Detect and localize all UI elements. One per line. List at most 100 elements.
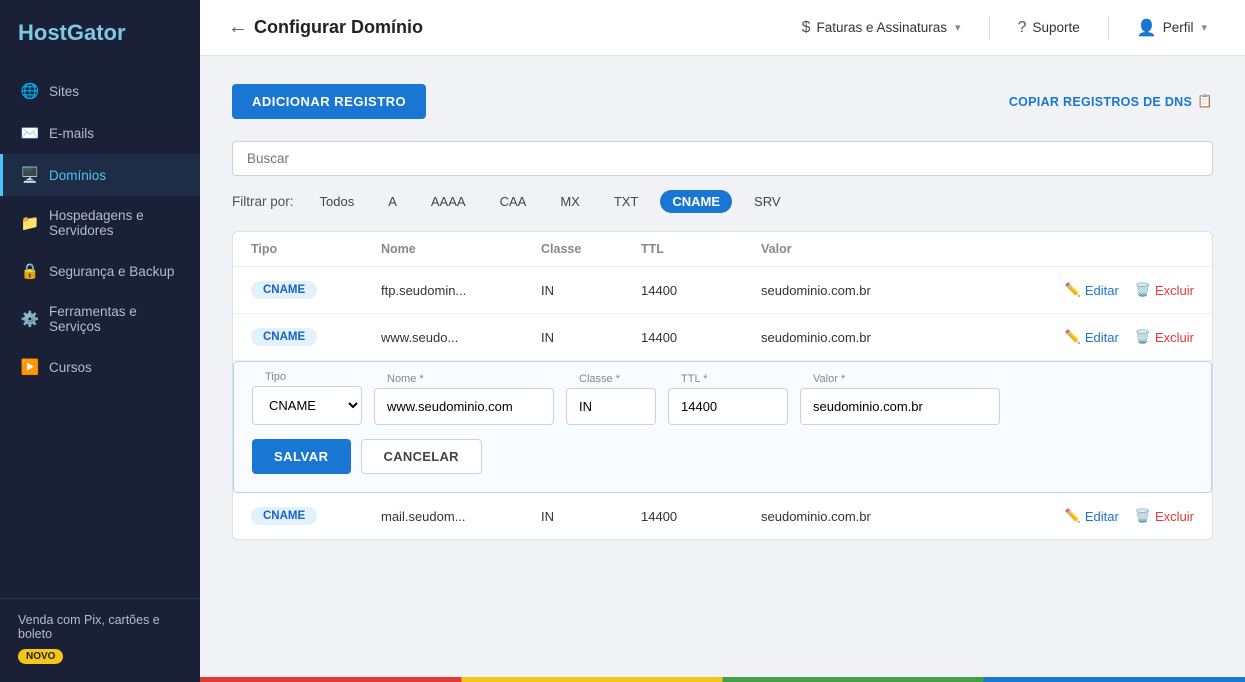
filter-aaaa[interactable]: AAAA bbox=[419, 190, 478, 213]
tipo-select[interactable]: CNAME bbox=[252, 386, 362, 425]
row3-delete-button[interactable]: 🗑️ Excluir bbox=[1135, 508, 1194, 524]
sidebar-item-label: Domínios bbox=[49, 168, 106, 183]
sidebar-nav: 🌐 Sites ✉️ E-mails 🖥️ Domínios 📁 Hospeda… bbox=[0, 70, 200, 598]
search-input[interactable] bbox=[232, 141, 1213, 176]
filter-cname[interactable]: CNAME bbox=[660, 190, 732, 213]
row2-name: www.seudo... bbox=[381, 330, 541, 345]
classe-field: Classe * bbox=[566, 382, 656, 425]
filter-txt[interactable]: TXT bbox=[602, 190, 651, 213]
row3-class: IN bbox=[541, 509, 641, 524]
classe-label: Classe * bbox=[576, 373, 623, 385]
row2-type: CNAME bbox=[251, 328, 381, 346]
divider bbox=[989, 16, 990, 40]
help-icon: ? bbox=[1018, 19, 1027, 37]
trash-icon2: 🗑️ bbox=[1135, 329, 1151, 345]
col-ttl: TTL bbox=[641, 242, 761, 256]
sidebar-item-hospedagens[interactable]: 📁 Hospedagens e Servidores bbox=[0, 196, 200, 250]
tipo-field: Tipo CNAME bbox=[252, 380, 362, 425]
sidebar-item-ferramentas[interactable]: ⚙️ Ferramentas e Serviços bbox=[0, 292, 200, 346]
billing-icon: $ bbox=[802, 19, 811, 37]
row2-class: IN bbox=[541, 330, 641, 345]
page-title: Configurar Domínio bbox=[254, 17, 423, 38]
sidebar-item-seguranca[interactable]: 🔒 Segurança e Backup bbox=[0, 250, 200, 292]
copy-dns-link[interactable]: COPIAR REGISTROS DE DNS 📋 bbox=[1009, 94, 1213, 109]
tools-icon: ⚙️ bbox=[21, 310, 39, 328]
save-button[interactable]: SALVAR bbox=[252, 439, 351, 474]
row3-value: seudominio.com.br bbox=[761, 509, 1014, 524]
copy-dns-label: COPIAR REGISTROS DE DNS bbox=[1009, 95, 1192, 109]
sidebar-pix-label[interactable]: Venda com Pix, cartões e boleto bbox=[18, 613, 182, 641]
row3-ttl: 14400 bbox=[641, 509, 761, 524]
sidebar-item-label: E-mails bbox=[49, 126, 94, 141]
chevron-down-icon2: ▾ bbox=[1201, 21, 1207, 34]
sidebar-item-label: Hospedagens e Servidores bbox=[49, 208, 182, 238]
filter-mx[interactable]: MX bbox=[548, 190, 592, 213]
novo-badge: NOVO bbox=[18, 649, 63, 664]
bottom-bar bbox=[200, 677, 1245, 682]
row2-delete-button[interactable]: 🗑️ Excluir bbox=[1135, 329, 1194, 345]
ttl-input[interactable] bbox=[668, 388, 788, 425]
filter-a[interactable]: A bbox=[376, 190, 409, 213]
sidebar-item-cursos[interactable]: ▶️ Cursos bbox=[0, 346, 200, 388]
col-actions bbox=[1014, 242, 1194, 256]
filter-srv[interactable]: SRV bbox=[742, 190, 793, 213]
cancel-button[interactable]: CANCELAR bbox=[361, 439, 482, 474]
filter-label: Filtrar por: bbox=[232, 194, 294, 209]
nome-label: Nome * bbox=[384, 373, 427, 385]
row2-edit-button[interactable]: ✏️ Editar bbox=[1065, 329, 1119, 345]
suporte-action[interactable]: ? Suporte bbox=[1008, 15, 1090, 41]
perfil-label: Perfil bbox=[1163, 20, 1194, 35]
filter-todos[interactable]: Todos bbox=[308, 190, 367, 213]
back-button[interactable]: ← Configurar Domínio bbox=[228, 16, 423, 39]
classe-input[interactable] bbox=[566, 388, 656, 425]
faturas-action[interactable]: $ Faturas e Assinaturas ▾ bbox=[792, 15, 971, 41]
sidebar-item-label: Cursos bbox=[49, 360, 92, 375]
nome-input[interactable] bbox=[374, 388, 554, 425]
courses-icon: ▶️ bbox=[21, 358, 39, 376]
col-value: Valor bbox=[761, 242, 1014, 256]
sidebar-item-sites[interactable]: 🌐 Sites bbox=[0, 70, 200, 112]
toolbar-row: ADICIONAR REGISTRO COPIAR REGISTROS DE D… bbox=[232, 84, 1213, 119]
table-row: CNAME ftp.seudomin... IN 14400 seudomini… bbox=[233, 267, 1212, 314]
row3-actions: ✏️ Editar 🗑️ Excluir bbox=[1014, 508, 1194, 524]
row3-edit-button[interactable]: ✏️ Editar bbox=[1065, 508, 1119, 524]
row1-type: CNAME bbox=[251, 281, 381, 299]
suporte-label: Suporte bbox=[1032, 20, 1079, 35]
row1-edit-button[interactable]: ✏️ Editar bbox=[1065, 282, 1119, 298]
valor-input[interactable] bbox=[800, 388, 1000, 425]
row1-value: seudominio.com.br bbox=[761, 283, 1014, 298]
row2-ttl: 14400 bbox=[641, 330, 761, 345]
trash-icon: 🗑️ bbox=[1135, 282, 1151, 298]
filter-row: Filtrar por: Todos A AAAA CAA MX TXT CNA… bbox=[232, 190, 1213, 213]
globe-icon: 🌐 bbox=[21, 82, 39, 100]
table-row: CNAME mail.seudom... IN 14400 seudominio… bbox=[233, 493, 1212, 539]
topbar: ← Configurar Domínio $ Faturas e Assinat… bbox=[200, 0, 1245, 56]
row2-actions: ✏️ Editar 🗑️ Excluir bbox=[1014, 329, 1194, 345]
hosting-icon: 📁 bbox=[21, 214, 39, 232]
row1-delete-button[interactable]: 🗑️ Excluir bbox=[1135, 282, 1194, 298]
col-class: Classe bbox=[541, 242, 641, 256]
sidebar-bottom: Venda com Pix, cartões e boleto NOVO bbox=[0, 598, 200, 682]
row1-name: ftp.seudomin... bbox=[381, 283, 541, 298]
sidebar-item-emails[interactable]: ✉️ E-mails bbox=[0, 112, 200, 154]
content-area: ADICIONAR REGISTRO COPIAR REGISTROS DE D… bbox=[200, 56, 1245, 677]
domains-icon: 🖥️ bbox=[21, 166, 39, 184]
filter-caa[interactable]: CAA bbox=[488, 190, 539, 213]
ttl-label: TTL * bbox=[678, 373, 711, 385]
sidebar-item-label: Segurança e Backup bbox=[49, 264, 174, 279]
brand-logo: HostGator bbox=[0, 0, 200, 70]
row3-name: mail.seudom... bbox=[381, 509, 541, 524]
tipo-label: Tipo bbox=[262, 371, 289, 383]
sidebar-item-label: Sites bbox=[49, 84, 79, 99]
security-icon: 🔒 bbox=[21, 262, 39, 280]
perfil-action[interactable]: 👤 Perfil ▾ bbox=[1127, 14, 1217, 42]
sidebar: HostGator 🌐 Sites ✉️ E-mails 🖥️ Domínios… bbox=[0, 0, 200, 682]
divider2 bbox=[1108, 16, 1109, 40]
valor-label: Valor * bbox=[810, 373, 848, 385]
back-arrow-icon: ← bbox=[228, 16, 248, 39]
sidebar-item-dominios[interactable]: 🖥️ Domínios bbox=[0, 154, 200, 196]
row2-value: seudominio.com.br bbox=[761, 330, 1014, 345]
add-record-button[interactable]: ADICIONAR REGISTRO bbox=[232, 84, 426, 119]
copy-icon: 📋 bbox=[1197, 94, 1213, 109]
col-name: Nome bbox=[381, 242, 541, 256]
